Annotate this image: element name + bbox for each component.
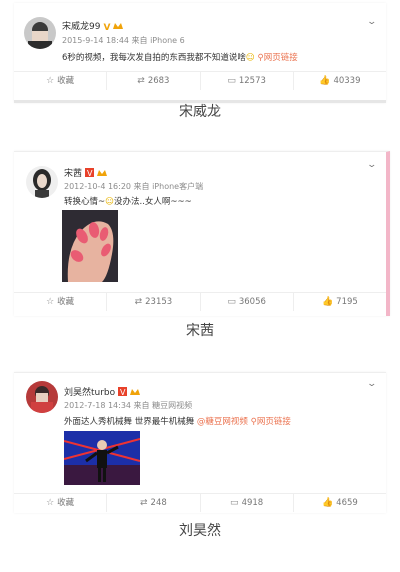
favorite-button[interactable]: ☆ 收藏 [14, 72, 108, 90]
star-icon: ☆ [46, 297, 55, 307]
repost-icon: ⇄ [134, 297, 143, 307]
like-button[interactable]: 👍 40339 [294, 72, 386, 90]
post-text: 转换心情~☺没办法..女人啊~~~ [64, 197, 192, 207]
post-meta: 2015-9-14 18:44 来自 iPhone 6 [62, 36, 185, 45]
chevron-down-icon[interactable]: ⌄ [367, 379, 378, 389]
weibo-post-1: 宋威龙99 V 2015-9-14 18:44 来自 iPhone 6 6秒的视频… [14, 3, 386, 103]
video-thumbnail[interactable] [64, 431, 140, 485]
action-bar: ☆ 收藏 ⇄ 2683 ▭ 12573 👍 40339 [14, 71, 386, 90]
like-icon: 👍 [319, 76, 331, 86]
comment-icon: ▭ [227, 297, 236, 307]
svg-text:V: V [120, 388, 126, 396]
post-meta: 2012-7-18 14:34 来自 糖豆网视频 [64, 401, 193, 410]
post-meta: 2012-10-4 16:20 来自 iPhone客户端 [64, 182, 204, 191]
vip-icon [113, 21, 124, 30]
like-icon: 👍 [321, 498, 334, 508]
chevron-down-icon[interactable]: ⌄ [367, 160, 378, 170]
like-icon: 👍 [321, 297, 334, 307]
favorite-button[interactable]: ☆ 收藏 [14, 494, 108, 512]
verified-icon: V [103, 23, 111, 33]
avatar[interactable] [26, 166, 58, 198]
post-text: 6秒的视频，我每次发自拍的东西我都不知道说啥☺ ⚲网页链接 [62, 53, 298, 63]
weibo-post-3: 刘昊然turbo V 2012-7-18 14:34 来自 糖豆网视频 外面达人秀… [14, 372, 386, 513]
svg-text:V: V [87, 169, 93, 177]
action-bar: ☆ 收藏 ⇄ 248 ▭ 4918 👍 4659 [14, 493, 386, 512]
username[interactable]: 宋威龙99 V [62, 19, 124, 33]
caption-3: 刘昊然 [179, 523, 221, 539]
chevron-down-icon[interactable]: ⌄ [367, 17, 378, 27]
emoji-icon: ☺ [245, 53, 255, 63]
star-icon: ☆ [46, 76, 55, 86]
username[interactable]: 宋茜 V [64, 166, 108, 179]
weibo-post-2: 宋茜 V 2012-10-4 16:20 来自 iPhone客户端 转换心情~☺没… [14, 151, 390, 316]
repost-button[interactable]: ⇄ 23153 [107, 293, 201, 311]
vip-icon [97, 168, 108, 177]
comment-button[interactable]: ▭ 36056 [201, 293, 294, 311]
verified-icon: V [85, 168, 95, 178]
repost-button[interactable]: ⇄ 2683 [107, 72, 201, 90]
caption-1: 宋威龙 [179, 104, 221, 120]
favorite-button[interactable]: ☆ 收藏 [14, 293, 108, 311]
avatar[interactable] [24, 17, 56, 49]
web-link[interactable]: ⚲网页链接 [251, 417, 291, 427]
caption-2: 宋茜 [186, 323, 214, 339]
star-icon: ☆ [46, 498, 55, 508]
repost-button[interactable]: ⇄ 248 [107, 494, 201, 512]
mention-link[interactable]: @糖豆网视频 [197, 417, 248, 427]
like-button[interactable]: 👍 4659 [294, 494, 386, 512]
repost-icon: ⇄ [139, 498, 148, 508]
action-bar: ☆ 收藏 ⇄ 23153 ▭ 36056 👍 7195 [14, 292, 386, 311]
verified-icon: V [118, 387, 128, 397]
comment-button[interactable]: ▭ 4918 [201, 494, 294, 512]
nail-photo[interactable] [62, 210, 118, 282]
comment-button[interactable]: ▭ 12573 [201, 72, 294, 90]
web-link[interactable]: ⚲网页链接 [258, 53, 298, 63]
username[interactable]: 刘昊然turbo V [64, 385, 141, 398]
post-text: 外面达人秀机械舞 世界最牛机械舞 @糖豆网视频 ⚲网页链接 [64, 417, 291, 427]
avatar[interactable] [26, 381, 58, 413]
vip-icon [130, 387, 141, 396]
comment-icon: ▭ [227, 76, 236, 86]
like-button[interactable]: 👍 7195 [294, 293, 386, 311]
emoji-icon: ☺ [105, 197, 114, 207]
repost-icon: ⇄ [137, 76, 145, 86]
comment-icon: ▭ [230, 498, 239, 508]
